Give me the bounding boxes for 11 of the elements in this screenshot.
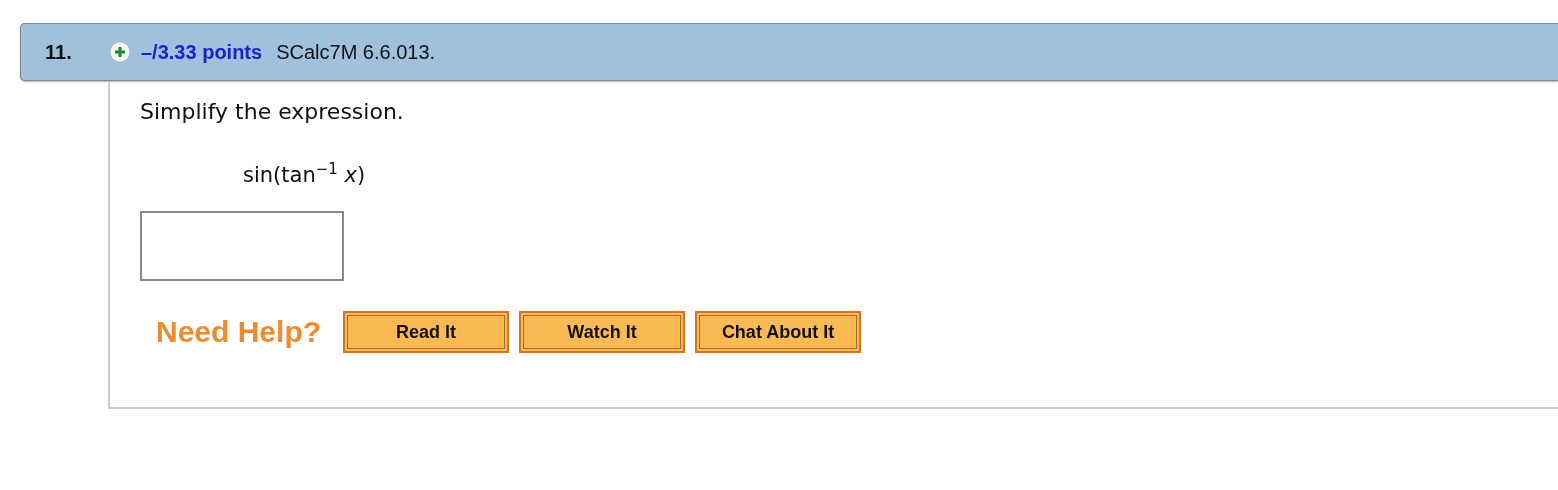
math-expression: sin(tan$^{−1}$ x) [243, 160, 366, 187]
need-help-label: Need Help? [156, 315, 322, 349]
help-button[interactable]: Read It [343, 311, 510, 353]
question-prompt: Simplify the expression. [140, 99, 404, 124]
question-number: 11. [45, 40, 73, 64]
question-source: SCalc7M 6.6.013. [276, 40, 436, 64]
plus-icon[interactable] [109, 41, 131, 63]
points-label: –/3.33 points [141, 40, 263, 64]
answer-field[interactable] [140, 211, 344, 281]
help-button[interactable]: Chat About It [695, 311, 862, 353]
help-button[interactable]: Watch It [519, 311, 686, 353]
